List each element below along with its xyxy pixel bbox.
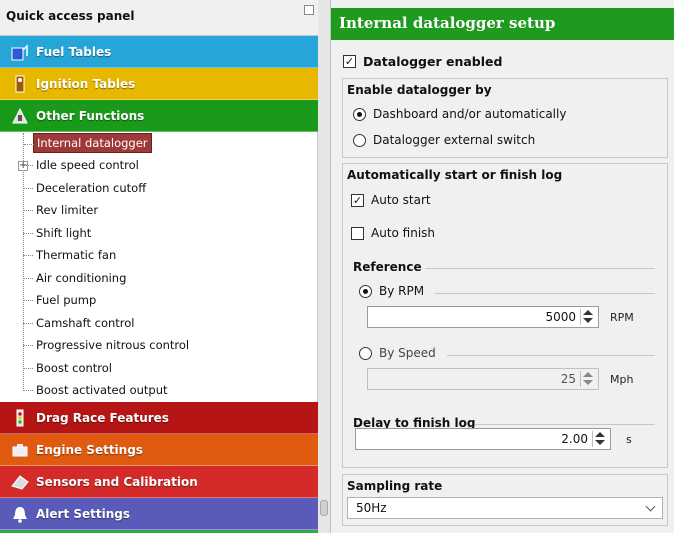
category-label: Drag Race Features: [36, 411, 169, 425]
expand-icon[interactable]: +: [18, 161, 28, 171]
speed-value: 25: [560, 372, 576, 386]
sampling-heading: Sampling rate: [347, 479, 443, 493]
category-drag-race-features[interactable]: Drag Race Features: [0, 402, 318, 434]
datalogger-enabled-label: Datalogger enabled: [363, 54, 503, 69]
tree-item-rev-limiter[interactable]: Rev limiter: [23, 200, 101, 220]
speed-spin-icon[interactable]: [580, 371, 596, 387]
sampling-rate-value: 50Hz: [356, 501, 387, 515]
tree-line: [23, 133, 24, 391]
by-rpm-line: [435, 293, 655, 294]
category-label: Other Functions: [36, 109, 145, 123]
datalogger-setup-panel: Internal datalogger setup ✓ Datalogger e…: [330, 0, 674, 533]
delay-stepper[interactable]: 2.00: [355, 428, 611, 450]
auto-finish-checkbox[interactable]: [351, 227, 364, 240]
tree-item-shift-light[interactable]: Shift light: [23, 223, 94, 243]
enable-by-group: Enable datalogger by Dashboard and/or au…: [342, 78, 668, 158]
chevron-down-icon[interactable]: [645, 501, 656, 512]
tree-item-thermatic-fan[interactable]: Thermatic fan: [23, 245, 119, 265]
enable-by-heading: Enable datalogger by: [347, 83, 492, 97]
category-label: Fuel Tables: [36, 45, 112, 59]
tree-item-boost-activated-output[interactable]: Boost activated output: [23, 380, 171, 400]
speed-unit: Mph: [610, 373, 634, 386]
by-rpm-radio[interactable]: [359, 285, 372, 298]
pin-icon[interactable]: [304, 5, 314, 15]
external-switch-label: Datalogger external switch: [373, 133, 536, 147]
auto-start-label: Auto start: [371, 193, 431, 207]
tree-item-boost-control[interactable]: Boost control: [23, 358, 115, 378]
tree-item-camshaft-control[interactable]: Camshaft control: [23, 313, 137, 333]
rpm-spin-icon[interactable]: [580, 309, 596, 325]
tree-item-label: Idle speed control: [36, 158, 139, 172]
setup-title: Internal datalogger setup: [331, 8, 674, 40]
engine-icon: [12, 444, 28, 457]
datalogger-enabled-checkbox[interactable]: ✓: [343, 55, 356, 68]
category-sensors-and-calibration[interactable]: Sensors and Calibration: [0, 466, 318, 498]
tree-item-internal-datalogger[interactable]: Internal datalogger: [24, 133, 152, 153]
quick-access-panel: Quick access panel Fuel Tables Ignition …: [0, 0, 318, 533]
auto-finish-label: Auto finish: [371, 226, 436, 240]
tree-item-label: Internal datalogger: [37, 136, 148, 150]
tree-item-air-conditioning[interactable]: Air conditioning: [23, 268, 129, 288]
collapse-icon[interactable]: [320, 500, 328, 516]
category-alert-settings[interactable]: Alert Settings: [0, 498, 318, 530]
tree-item-fuel-pump[interactable]: Fuel pump: [23, 290, 99, 310]
sampling-rate-select[interactable]: 50Hz: [347, 497, 663, 519]
by-speed-label: By Speed: [379, 346, 436, 360]
reference-line: [425, 268, 655, 269]
delay-spin-icon[interactable]: [592, 431, 608, 447]
reference-heading: Reference: [353, 260, 422, 274]
category-label: Engine Settings: [36, 443, 143, 457]
category-ignition-tables[interactable]: Ignition Tables: [0, 68, 318, 100]
category-fuel-tables[interactable]: Fuel Tables: [0, 36, 318, 68]
sensors-icon: [11, 475, 29, 490]
fuel-icon: [11, 44, 28, 61]
tree-item-label: Camshaft control: [36, 316, 135, 330]
category-label: Alert Settings: [36, 507, 131, 521]
category-other-functions[interactable]: Other Functions: [0, 100, 318, 132]
functions-tree: Internal datalogger + Idle speed control…: [0, 133, 318, 403]
tree-item-label: Rev limiter: [36, 203, 99, 217]
tree-item-label: Fuel pump: [36, 293, 97, 307]
category-label: Sensors and Calibration: [36, 475, 198, 489]
rpm-unit: RPM: [610, 311, 634, 324]
by-speed-line: [447, 355, 655, 356]
auto-log-group: Automatically start or finish log ✓ Auto…: [342, 163, 668, 468]
category-engine-settings[interactable]: Engine Settings: [0, 434, 318, 466]
rpm-stepper[interactable]: 5000: [367, 306, 599, 328]
tree-item-deceleration-cutoff[interactable]: Deceleration cutoff: [23, 178, 149, 198]
other-functions-icon: [12, 107, 28, 124]
by-rpm-label: By RPM: [379, 284, 425, 298]
auto-log-heading: Automatically start or finish log: [347, 168, 563, 182]
external-switch-radio[interactable]: [353, 134, 366, 147]
category-label: Ignition Tables: [36, 77, 136, 91]
delay-unit: s: [626, 433, 632, 446]
panel-title: Quick access panel: [0, 0, 318, 36]
delay-value: 2.00: [561, 432, 588, 446]
panel-title-text: Quick access panel: [6, 9, 135, 23]
tree-item-label: Shift light: [36, 226, 92, 240]
tree-item-label: Thermatic fan: [36, 248, 117, 262]
drag-race-icon: [16, 409, 24, 427]
sampling-group: Sampling rate 50Hz: [342, 474, 668, 526]
tree-item-idle-speed-control[interactable]: Idle speed control: [23, 155, 142, 175]
by-speed-radio[interactable]: [359, 347, 372, 360]
tree-item-label: Progressive nitrous control: [36, 338, 190, 352]
setup-title-text: Internal datalogger setup: [339, 14, 556, 32]
speed-stepper[interactable]: 25: [367, 368, 599, 390]
ignition-icon: [15, 75, 25, 93]
dashboard-radio[interactable]: [353, 108, 366, 121]
tree-item-label: Boost control: [36, 361, 112, 375]
panel-splitter[interactable]: [318, 0, 330, 533]
tree-item-label: Boost activated output: [36, 383, 168, 397]
auto-start-checkbox[interactable]: ✓: [351, 194, 364, 207]
tree-item-label: Air conditioning: [36, 271, 127, 285]
tree-item-progressive-nitrous-control[interactable]: Progressive nitrous control: [23, 335, 192, 355]
delay-line: [475, 424, 655, 425]
alert-icon: [13, 507, 27, 523]
dashboard-label: Dashboard and/or automatically: [373, 107, 567, 121]
tree-item-label: Deceleration cutoff: [36, 181, 147, 195]
rpm-value: 5000: [545, 310, 576, 324]
